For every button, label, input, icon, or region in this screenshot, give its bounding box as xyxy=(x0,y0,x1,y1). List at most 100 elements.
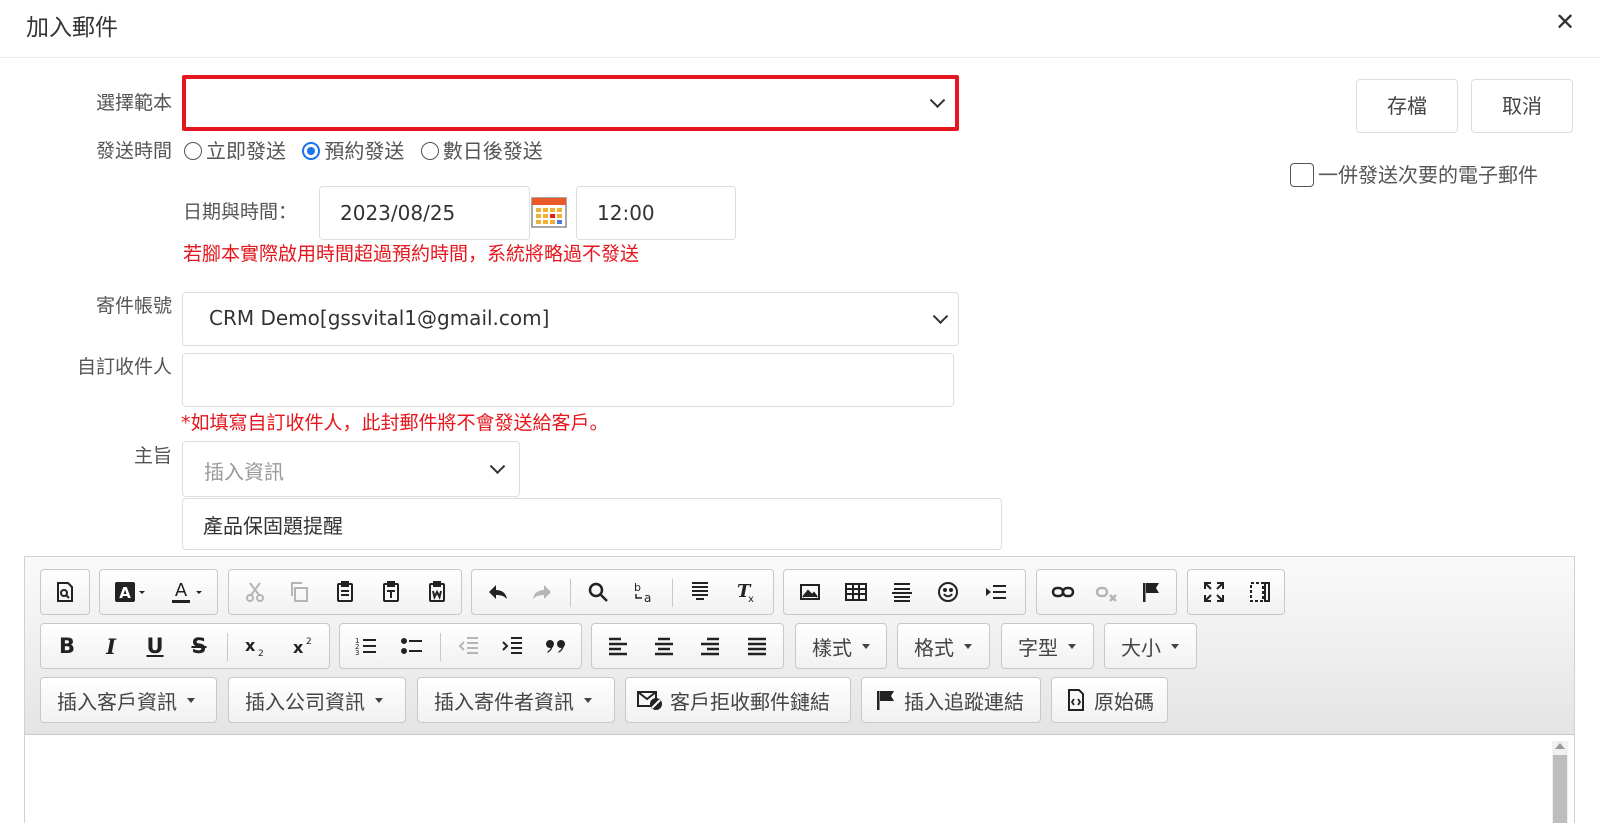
editor-toolbar: A A b a T x B I U S x 2 x 2 1 2 3 樣式 格式 … xyxy=(25,557,1574,735)
dialog-header xyxy=(0,0,1599,58)
insert-customer-info-dropdown[interactable]: 插入客戶資訊 xyxy=(40,677,217,723)
toolbar-group-links xyxy=(1036,569,1177,615)
also-send-checkbox[interactable] xyxy=(1290,163,1314,187)
scroll-up-icon[interactable] xyxy=(1555,743,1565,749)
recipient-warning: *如填寫自訂收件人，此封郵件將不會發送給客戶。 xyxy=(181,412,609,434)
subject-label: 主旨 xyxy=(133,445,172,467)
preview-icon[interactable] xyxy=(41,570,89,614)
toolbar-group-view xyxy=(1187,569,1285,615)
copy-icon[interactable] xyxy=(277,570,321,614)
background-color-icon[interactable]: A xyxy=(104,570,156,614)
date-input[interactable]: 2023/08/25 xyxy=(319,186,530,240)
insert-info-select[interactable]: 插入資訊 xyxy=(182,441,520,497)
remove-format-icon[interactable]: Tx xyxy=(724,570,768,614)
underline-button[interactable]: U xyxy=(133,624,177,668)
indent-icon[interactable] xyxy=(490,624,534,668)
bullet-list-icon[interactable] xyxy=(390,624,434,668)
undo-icon[interactable] xyxy=(476,570,520,614)
scroll-thumb[interactable] xyxy=(1553,755,1567,823)
toolbar-group-lists: 123 xyxy=(339,623,582,669)
also-send-label: 一併發送次要的電子郵件 xyxy=(1318,163,1538,187)
maximize-icon[interactable] xyxy=(1192,570,1236,614)
radio-scheduled[interactable]: 預約發送 xyxy=(302,139,404,163)
image-icon[interactable] xyxy=(788,570,832,614)
unsubscribe-mail-icon xyxy=(637,691,662,710)
table-icon[interactable] xyxy=(834,570,878,614)
also-send-secondary[interactable]: 一併發送次要的電子郵件 xyxy=(1290,159,1538,188)
paste-word-icon[interactable] xyxy=(415,570,459,614)
paste-icon[interactable] xyxy=(323,570,367,614)
cancel-button[interactable]: 取消 xyxy=(1471,79,1573,133)
rich-text-editor: A A b a T x B I U S x 2 x 2 1 2 3 樣式 格式 … xyxy=(24,556,1575,823)
show-blocks-icon[interactable] xyxy=(1238,570,1282,614)
close-icon[interactable]: ✕ xyxy=(1555,8,1575,36)
find-icon[interactable] xyxy=(576,570,620,614)
flag-icon xyxy=(877,691,894,710)
align-left-icon[interactable] xyxy=(596,624,640,668)
subject-input[interactable]: 產品保固題提醒 xyxy=(182,498,1002,550)
toolbar-group-insert xyxy=(783,569,1026,615)
replace-icon[interactable]: ba xyxy=(622,570,666,614)
send-time-options: 立即發送 預約發送 數日後發送 xyxy=(184,135,553,164)
template-select[interactable] xyxy=(182,75,959,131)
sender-select[interactable]: CRM Demo[gssvital1@gmail.com] xyxy=(182,292,959,346)
svg-text:A: A xyxy=(175,580,188,601)
align-right-icon[interactable] xyxy=(688,624,732,668)
sender-select-value: CRM Demo[gssvital1@gmail.com] xyxy=(209,306,550,330)
svg-text:x: x xyxy=(245,636,256,655)
redo-icon[interactable] xyxy=(520,570,564,614)
svg-text:x: x xyxy=(293,638,304,657)
italic-button[interactable]: I xyxy=(89,624,133,668)
svg-text:b: b xyxy=(634,581,641,594)
format-dropdown[interactable]: 格式 xyxy=(897,623,990,669)
unlink-icon[interactable] xyxy=(1085,570,1129,614)
strikethrough-button[interactable]: S xyxy=(177,624,221,668)
recipient-label: 自訂收件人 xyxy=(76,356,172,378)
page-break-icon[interactable] xyxy=(972,570,1020,614)
align-justify-icon[interactable] xyxy=(734,624,780,668)
calendar-icon[interactable] xyxy=(530,195,568,229)
cut-icon[interactable] xyxy=(233,570,277,614)
smiley-icon[interactable] xyxy=(926,570,970,614)
numbered-list-icon[interactable]: 123 xyxy=(344,624,388,668)
unsubscribe-link-button[interactable]: 客戶拒收郵件鏈結 xyxy=(625,677,851,723)
chevron-down-icon xyxy=(932,308,949,325)
size-dropdown[interactable]: 大小 xyxy=(1104,623,1197,669)
sender-label: 寄件帳號 xyxy=(95,295,172,317)
blockquote-icon[interactable] xyxy=(534,624,578,668)
outdent-icon[interactable] xyxy=(446,624,490,668)
dialog-title: 加入郵件 xyxy=(26,15,118,41)
chevron-down-icon xyxy=(929,92,946,109)
svg-text:3: 3 xyxy=(355,649,359,657)
radio-days-later[interactable]: 數日後發送 xyxy=(420,139,543,163)
horizontal-line-icon[interactable] xyxy=(880,570,924,614)
insert-company-info-dropdown[interactable]: 插入公司資訊 xyxy=(228,677,406,723)
time-input[interactable]: 12:00 xyxy=(576,186,736,240)
radio-immediate[interactable]: 立即發送 xyxy=(184,139,286,163)
select-all-icon[interactable] xyxy=(678,570,722,614)
bold-button[interactable]: B xyxy=(45,624,89,668)
chevron-down-icon xyxy=(489,458,506,475)
link-icon[interactable] xyxy=(1041,570,1085,614)
insert-sender-info-dropdown[interactable]: 插入寄件者資訊 xyxy=(417,677,615,723)
toolbar-group-editing: ba Tx xyxy=(471,569,774,615)
paste-text-icon[interactable] xyxy=(369,570,413,614)
source-code-button[interactable]: 原始碼 xyxy=(1051,677,1168,723)
editor-scrollbar[interactable] xyxy=(1552,741,1568,823)
font-dropdown[interactable]: 字型 xyxy=(1001,623,1094,669)
toolbar-group-basicstyles: B I U S x2 x2 xyxy=(40,623,330,669)
anchor-flag-icon[interactable] xyxy=(1129,570,1173,614)
text-color-icon[interactable]: A xyxy=(160,570,214,614)
save-button[interactable]: 存檔 xyxy=(1356,79,1458,133)
svg-text:a: a xyxy=(644,591,651,604)
template-label: 選擇範本 xyxy=(95,92,172,114)
editor-content-area[interactable] xyxy=(25,735,1574,823)
svg-text:x: x xyxy=(748,594,754,604)
styles-dropdown[interactable]: 樣式 xyxy=(795,623,887,669)
align-center-icon[interactable] xyxy=(642,624,686,668)
superscript-icon[interactable]: x2 xyxy=(281,624,327,668)
insert-tracking-link-button[interactable]: 插入追蹤連結 xyxy=(861,677,1041,723)
subscript-icon[interactable]: x2 xyxy=(233,624,279,668)
recipient-input[interactable] xyxy=(182,353,954,407)
source-icon xyxy=(1068,689,1084,711)
